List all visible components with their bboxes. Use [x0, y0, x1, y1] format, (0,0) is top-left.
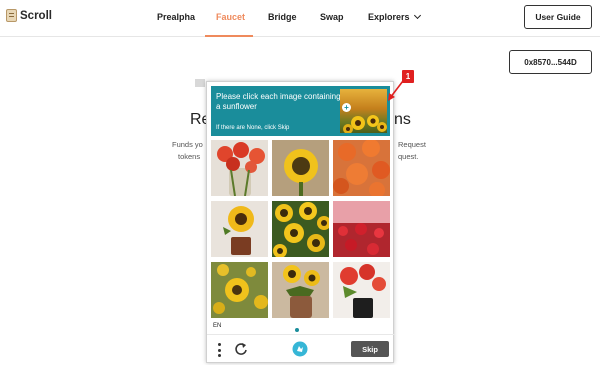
page-line2-left: tokens [178, 152, 201, 161]
captcha-tile-9[interactable] [333, 262, 390, 318]
background-chip [195, 79, 205, 87]
chevron-down-icon [413, 11, 421, 20]
captcha-tile-1[interactable] [211, 140, 268, 196]
page-title-right: ns [394, 111, 411, 128]
captcha-skip-hint: If there are None, click Skip [216, 125, 290, 131]
nav-item-faucet[interactable]: Faucet [216, 12, 245, 22]
captcha-tile-5[interactable] [272, 201, 329, 257]
nav-item-bridge[interactable]: Bridge [268, 12, 297, 22]
page-line1-left: Funds yo [172, 140, 203, 149]
brand-logo[interactable]: Scroll [6, 9, 52, 22]
tile-image-sunflower [272, 140, 329, 196]
language-selector[interactable]: EN [213, 323, 221, 329]
tile-image-red-flower-field [333, 201, 390, 257]
nav-item-explorers[interactable]: Explorers [368, 11, 421, 22]
skip-button[interactable]: Skip [351, 341, 389, 357]
captcha-tile-3[interactable] [333, 140, 390, 196]
tile-image-sunflower-pot [272, 262, 329, 318]
page-line1-right: Request [398, 140, 426, 149]
active-tab-indicator [205, 35, 253, 37]
tile-image-sunflower-field-2 [211, 262, 268, 318]
page-line2-right: quest. [398, 152, 419, 161]
captcha-tile-2[interactable] [272, 140, 329, 196]
page-indicator-dot [295, 328, 299, 332]
tile-image-potted-sunflower [211, 201, 268, 257]
user-guide-button[interactable]: User Guide [524, 5, 592, 29]
arrow-icon [388, 76, 407, 101]
tile-image-orange-flowers [333, 140, 390, 196]
scroll-logo-icon [6, 9, 17, 22]
captcha-tile-8[interactable] [272, 262, 329, 318]
captcha-prompt: Please click each image containing a sun… [216, 92, 341, 111]
captcha-tile-6[interactable] [333, 201, 390, 257]
captcha-challenge: Please click each image containing a sun… [206, 81, 395, 364]
captcha-image-grid [211, 140, 391, 320]
menu-icon[interactable] [216, 343, 222, 357]
captcha-tile-4[interactable] [211, 201, 268, 257]
brand-name: Scroll [20, 9, 52, 22]
tile-image-red-tulip-pot [333, 262, 390, 318]
nav-item-prealpha[interactable]: Prealpha [157, 12, 195, 22]
refresh-icon[interactable] [234, 342, 248, 356]
nav-item-swap[interactable]: Swap [320, 12, 344, 22]
nav-item-explorers-label: Explorers [368, 12, 410, 22]
top-navigation-bar: Scroll Prealpha Faucet Bridge Swap Explo… [0, 0, 600, 37]
hcaptcha-logo-icon[interactable] [292, 341, 308, 357]
wallet-address-button[interactable]: 0x8570...544D [509, 50, 592, 74]
tile-image-sunflower-field [272, 201, 329, 257]
captcha-header: Please click each image containing a sun… [211, 86, 390, 136]
plus-icon: + [342, 103, 351, 112]
captcha-footer: Skip [207, 334, 395, 364]
captcha-tile-7[interactable] [211, 262, 268, 318]
tile-image-red-tulips [211, 140, 268, 196]
